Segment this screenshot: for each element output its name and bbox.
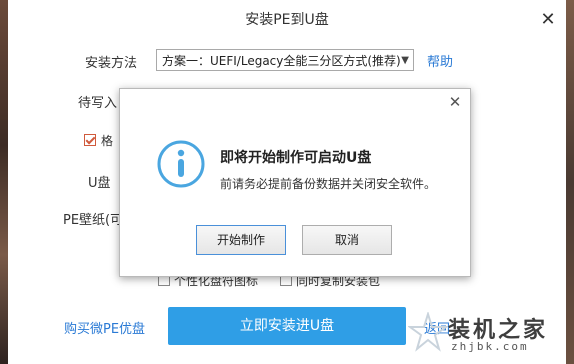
install-method-select[interactable]: 方案一：UEFI/Legacy全能三分区方式(推荐) ▼: [156, 49, 414, 71]
desktop-wallpaper-right: [566, 0, 574, 364]
cancel-button[interactable]: 取消: [302, 225, 392, 255]
desktop-wallpaper-left: [0, 0, 8, 364]
format-label: 格: [101, 134, 114, 148]
start-make-button[interactable]: 开始制作: [196, 225, 286, 255]
wallpaper-label: PE壁纸(可: [63, 213, 124, 228]
install-pe-window: 安装PE到U盘 ✕ 安装方法 方案一：UEFI/Legacy全能三分区方式(推荐…: [8, 0, 566, 364]
target-disk-label: 待写入: [78, 96, 118, 111]
dialog-message: 前请务必提前备份数据并关闭安全软件。: [220, 177, 437, 191]
install-to-usb-button[interactable]: 立即安装进U盘: [168, 307, 406, 345]
info-icon: [157, 140, 205, 188]
window-title: 安装PE到U盘: [245, 12, 329, 28]
watermark-url: zhjbk.com: [451, 340, 529, 353]
format-checkbox[interactable]: [84, 134, 96, 146]
buy-usb-link[interactable]: 购买微PE优盘: [64, 318, 145, 337]
install-method-label: 安装方法: [85, 56, 138, 71]
usb-label: U盘: [88, 176, 111, 191]
dialog-title: 即将开始制作可启动U盘: [220, 150, 372, 166]
help-link[interactable]: 帮助: [427, 51, 453, 70]
dialog-close-icon[interactable]: ✕: [446, 93, 464, 111]
watermark-star-icon: [408, 312, 448, 352]
window-close-icon[interactable]: ✕: [538, 10, 558, 30]
confirm-dialog: ✕ 即将开始制作可启动U盘 前请务必提前备份数据并关闭安全软件。 开始制作 取消: [119, 88, 471, 277]
chevron-down-icon: ▼: [401, 55, 409, 66]
install-method-value: 方案一：UEFI/Legacy全能三分区方式(推荐): [162, 54, 401, 68]
